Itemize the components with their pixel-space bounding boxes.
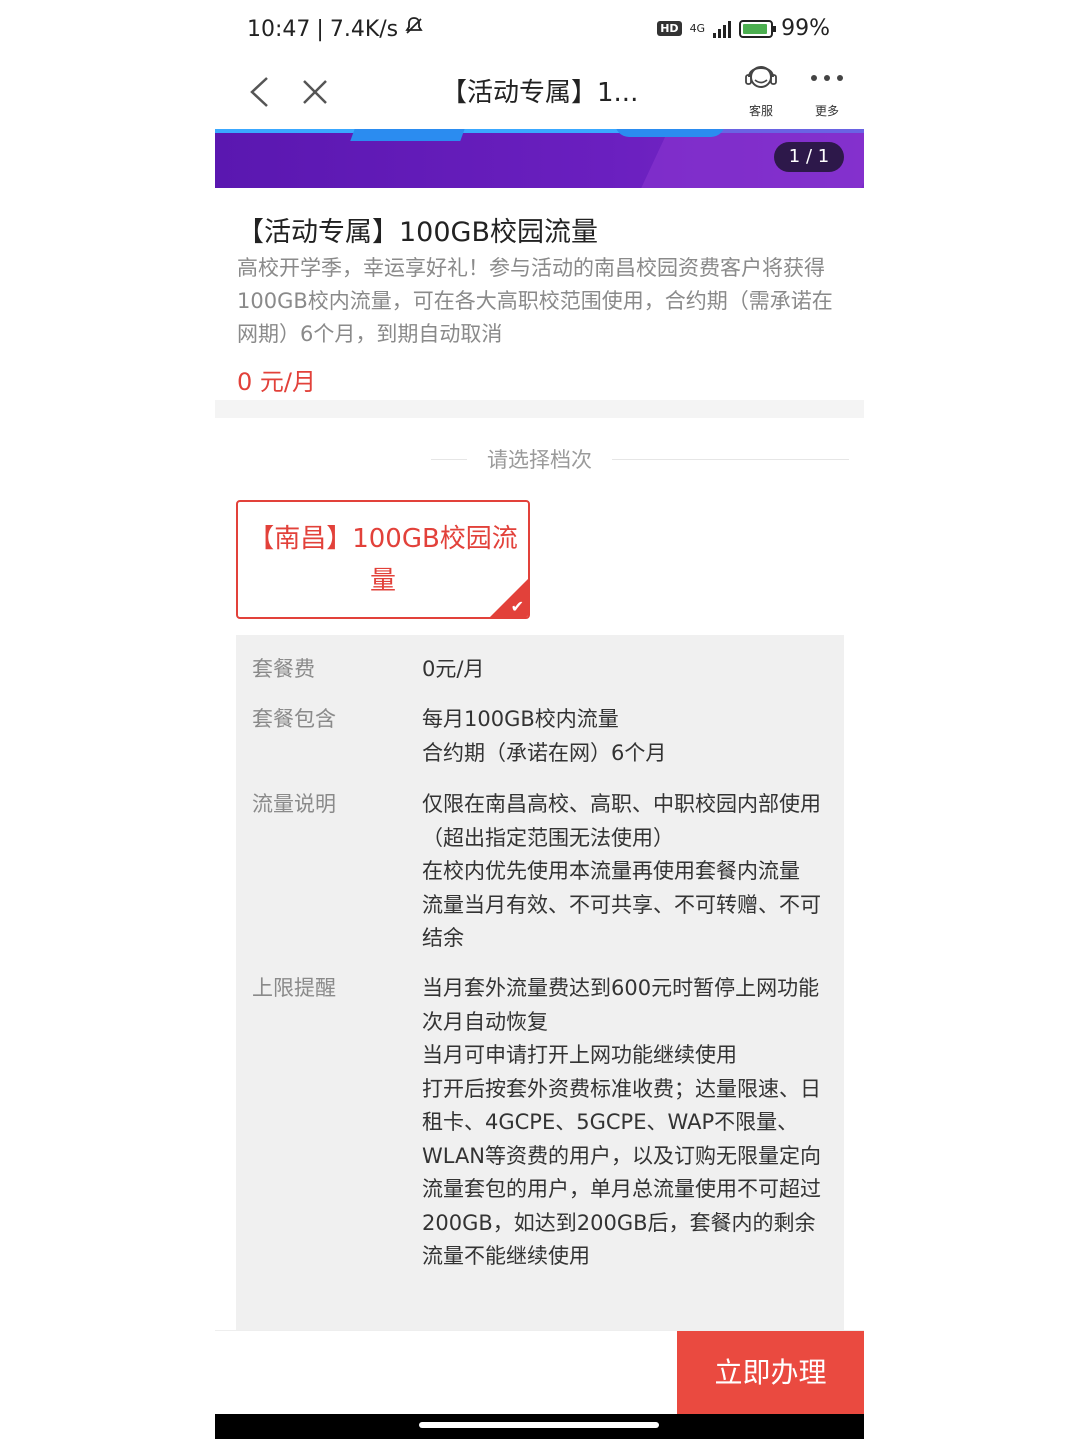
nav-bar: 【活动专属】1... 客服 更多 [215, 60, 864, 130]
status-speed: 7.4K/s [329, 16, 399, 42]
more-button[interactable]: 更多 [803, 60, 851, 119]
bottom-bar: 立即办理 [215, 1330, 864, 1415]
detail-label: 套餐费 [252, 657, 315, 681]
divider-line [431, 459, 471, 460]
detail-line: 当月套外流量费达到600元时暂停上网功能 [422, 976, 820, 1000]
detail-line: 在校内优先使用本流量再使用套餐内流量 [422, 859, 800, 883]
detail-value: 仅限在南昌高校、高职、中职校园内部使用（超出指定范围无法使用） 在校内优先使用本… [422, 788, 830, 956]
detail-line: 当月可申请打开上网功能继续使用 [422, 1043, 737, 1067]
product-title: 【活动专属】100GB校园流量 [237, 217, 598, 248]
tier-heading: 请选择档次 [215, 440, 864, 480]
detail-value: 当月套外流量费达到600元时暂停上网功能 次月自动恢复 当月可申请打开上网功能继… [422, 972, 830, 1274]
detail-label: 流量说明 [252, 792, 336, 816]
back-button[interactable] [239, 72, 279, 112]
close-icon [303, 80, 327, 104]
more-label: 更多 [814, 104, 839, 118]
banner-pager: 1 / 1 [774, 142, 844, 172]
detail-line: 打开后按套外资费标准收费；达量限速、日租卡、4GCPE、5GCPE、WAP不限量… [422, 1076, 822, 1269]
gesture-bar [215, 1414, 864, 1439]
apply-now-button[interactable]: 立即办理 [677, 1331, 864, 1415]
headset-icon [745, 66, 777, 88]
mute-icon [404, 16, 424, 42]
product-description: 高校开学季，幸运享好礼！参与活动的南昌校园资费客户将获得100GB校内流量，可在… [237, 256, 833, 346]
divider-line [609, 459, 849, 460]
status-bar: 10:47 | 7.4K/s HD 4G 99% [215, 0, 864, 60]
banner-shape [615, 129, 725, 137]
status-divider: | [316, 16, 324, 42]
page-title: 【活动专属】1... [441, 78, 639, 108]
detail-value: 每月100GB校内流量 合约期（承诺在网）6个月 [422, 703, 830, 770]
customer-service-label: 客服 [748, 104, 773, 118]
product-price: 0 元/月 [237, 368, 316, 396]
battery-icon [739, 19, 777, 38]
customer-service-button[interactable]: 客服 [737, 60, 785, 119]
checkmark-icon: ✔ [510, 597, 524, 616]
status-left: 10:47 | 7.4K/s [247, 16, 424, 42]
status-time: 10:47 [247, 16, 311, 42]
detail-value: 0元/月 [422, 653, 830, 687]
section-divider [215, 400, 864, 418]
close-button[interactable] [295, 72, 335, 112]
screen: 10:47 | 7.4K/s HD 4G 99% 【活动专属】1... 客服 更… [0, 0, 1080, 1439]
detail-label: 套餐包含 [252, 707, 336, 731]
detail-line: 0元/月 [422, 657, 485, 681]
tier-option-selected[interactable]: 【南昌】100GB校园流量 ✔ [236, 500, 530, 619]
banner-carousel[interactable]: 1 / 1 [215, 129, 864, 188]
signal-icon [713, 20, 732, 38]
detail-line: 合约期（承诺在网）6个月 [422, 740, 667, 765]
network-label: 4G [689, 22, 706, 35]
tier-heading-text: 请选择档次 [467, 440, 612, 480]
status-right: HD 4G 99% [657, 16, 830, 41]
package-details: 套餐费 0元/月 套餐包含 每月100GB校内流量 合约期（承诺在网）6个月 流… [236, 635, 844, 1330]
detail-line: 流量当月有效、不可共享、不可转赠、不可结余 [422, 892, 821, 951]
detail-line: 仅限在南昌高校、高职、中职校园内部使用（超出指定范围无法使用） [422, 792, 821, 850]
tier-option-label: 【南昌】100GB校园流量 [248, 524, 518, 596]
phone-frame: 10:47 | 7.4K/s HD 4G 99% 【活动专属】1... 客服 更… [215, 0, 864, 1439]
banner-shape [350, 129, 470, 141]
detail-line: 每月100GB校内流量 [422, 707, 619, 731]
home-indicator[interactable] [419, 1422, 659, 1428]
detail-label: 上限提醒 [252, 976, 336, 1000]
detail-line: 次月自动恢复 [422, 1009, 548, 1034]
chevron-left-icon [250, 77, 268, 107]
battery-level: 99% [781, 16, 830, 41]
product-info: 【活动专属】100GB校园流量 高校开学季，幸运享好礼！参与活动的南昌校园资费客… [215, 188, 864, 400]
hd-badge: HD [657, 21, 682, 36]
more-dots-icon [811, 75, 843, 81]
